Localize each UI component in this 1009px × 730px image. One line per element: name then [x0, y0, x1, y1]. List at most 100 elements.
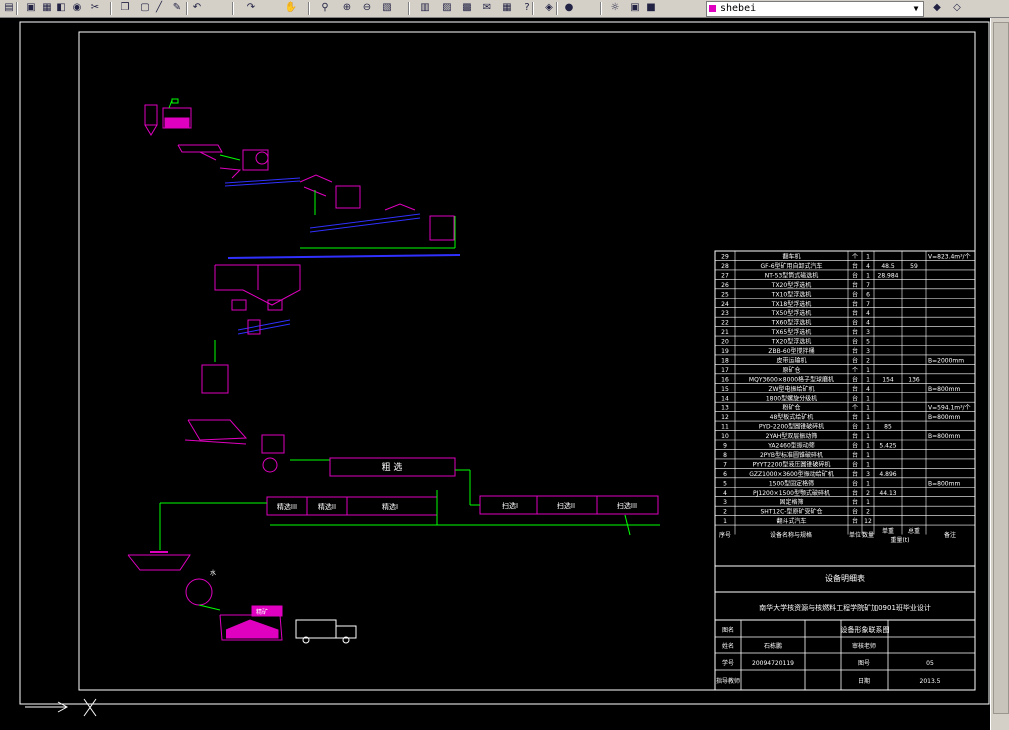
table-cell-unit: 台	[852, 489, 858, 497]
table-cell-qty: 4	[866, 263, 870, 270]
table-header-name: 设备名称与规格	[770, 531, 812, 539]
table-cell-no: 29	[721, 254, 729, 261]
table-cell-qty: 1	[866, 272, 870, 279]
scavenger1-label: 扫选I	[502, 501, 518, 510]
table-cell-qty: 2	[866, 490, 870, 497]
table-cell-no: 2	[723, 509, 727, 516]
table-cell-no: 10	[721, 433, 729, 440]
table-header-weight: 重量(t)	[890, 536, 909, 544]
table-cell-no: 1	[723, 518, 727, 525]
water-label: 水	[210, 569, 216, 577]
table-cell-no: 9	[723, 443, 727, 450]
table-cell-qty: 2	[866, 357, 870, 364]
drawing-label: 图名	[722, 626, 734, 634]
table-header-note: 备注	[944, 531, 956, 539]
table-cell-name: 皮带运输机	[776, 356, 806, 364]
table-cell-name: MQY3600×8000格子型球磨机	[749, 375, 834, 383]
feeder	[267, 299, 283, 311]
table-cell-unit: 台	[852, 470, 858, 478]
table-cell-qty: 1	[866, 367, 870, 374]
cleaner2-label: 精选II	[318, 502, 336, 511]
table-cell-name: 粉矿仓	[782, 404, 800, 412]
id-label: 学号	[722, 659, 734, 667]
chute	[219, 167, 242, 179]
table-cell-unit: 台	[852, 375, 858, 383]
table-cell-note: B=800mm	[928, 414, 960, 421]
table-cell-name: YA2460型振动筛	[767, 442, 815, 450]
fig-label: 图号	[858, 660, 870, 667]
table-cell-qty: 1	[866, 461, 870, 468]
table-cell-unit: 台	[852, 451, 858, 459]
table-cell-no: 22	[721, 320, 729, 327]
table-cell-unit: 个	[852, 405, 858, 412]
table-cell-name: NT-53型筒式磁选机	[765, 271, 818, 279]
table-cell-name: 原矿仓	[782, 366, 800, 374]
table-cell-qty: 1	[866, 499, 870, 506]
table-cell-unit: 台	[852, 347, 858, 355]
table-cell-name: PJ1200×1500型颚式破碎机	[753, 489, 830, 497]
item-tag	[171, 98, 179, 104]
screen-2	[384, 203, 416, 211]
table-cell-no: 4	[723, 490, 727, 497]
table-cell-qty: 2	[866, 509, 870, 516]
table-cell-name: ZBB-60型搅拌桶	[768, 347, 814, 355]
table-cell-unit: 台	[852, 290, 858, 298]
jaw-crusher	[242, 149, 269, 171]
main-belt-conveyor	[227, 254, 461, 259]
table-header-w2: 总重	[908, 527, 920, 535]
table-cell-w1: 28.984	[878, 272, 899, 279]
table-cell-unit: 个	[852, 367, 858, 374]
feed-bin	[144, 104, 158, 126]
id-value: 20094720119	[752, 660, 794, 667]
table-cell-qty: 1	[866, 414, 870, 421]
table-cell-qty: 1	[866, 395, 870, 402]
table-cell-w2: 136	[908, 376, 920, 383]
advisor-label: 审核老师	[852, 642, 876, 650]
table-cell-qty: 1	[866, 443, 870, 450]
thickener	[127, 554, 191, 571]
table-cell-w1: 48.5	[881, 263, 895, 270]
table-cell-no: 28	[721, 263, 729, 270]
list-title: 设备明细表	[825, 573, 865, 583]
table-cell-name: TX65型浮选机	[771, 328, 811, 336]
rougher-label: 粗 选	[382, 461, 403, 473]
classifier-base	[184, 439, 247, 445]
drawing-svg: 粗 选精选III 精选II 精选I 扫选I 扫选II 扫选III水精矿29 翻车机个 1 V=8…	[19, 21, 990, 717]
table-cell-no: 12	[721, 414, 729, 421]
table-cell-qty: 3	[866, 471, 870, 478]
table-cell-no: 25	[721, 291, 729, 298]
table-cell-unit: 台	[852, 300, 858, 308]
table-cell-unit: 台	[852, 262, 858, 270]
table-header-qty: 数量	[862, 531, 874, 539]
table-cell-unit: 台	[852, 413, 858, 421]
belt-conveyor-2	[309, 213, 421, 229]
table-cell-name: TX20型浮选机	[771, 338, 811, 346]
table-cell-no: 27	[721, 272, 729, 279]
table-cell-name: TX50型浮选机	[771, 309, 811, 317]
table-cell-name: 1800型螺旋分级机	[766, 394, 817, 402]
table-cell-qty: 1	[866, 254, 870, 261]
table-cell-w1: 85	[884, 424, 892, 431]
table-cell-qty: 1	[866, 433, 870, 440]
table-cell-unit: 台	[852, 356, 858, 364]
table-cell-no: 17	[721, 367, 729, 374]
table-cell-qty: 7	[866, 301, 870, 308]
table-cell-qty: 3	[866, 329, 870, 336]
pump-box	[261, 434, 285, 454]
table-cell-qty: 6	[866, 291, 870, 298]
table-cell-unit: 台	[852, 338, 858, 346]
table-cell-qty: 7	[866, 282, 870, 289]
table-cell-unit: 台	[852, 319, 858, 327]
table-cell-unit: 台	[852, 517, 858, 525]
crusher-2	[429, 215, 455, 241]
table-cell-name: PYYT2200型液压圆锥破碎机	[753, 460, 831, 468]
table-cell-w1: 44.13	[879, 490, 896, 497]
table-cell-name: 48型板式给矿机	[770, 413, 814, 421]
table-cell-no: 5	[723, 480, 727, 487]
table-cell-unit: 台	[852, 328, 858, 336]
table-cell-name: 固定格筛	[779, 498, 803, 506]
table-cell-unit: 台	[852, 309, 858, 317]
truck-body	[295, 619, 337, 639]
table-cell-w1: 4.896	[879, 471, 896, 478]
table-cell-qty: 12	[864, 518, 872, 525]
